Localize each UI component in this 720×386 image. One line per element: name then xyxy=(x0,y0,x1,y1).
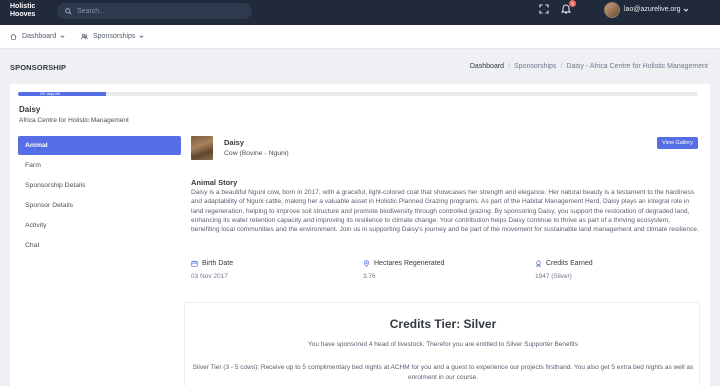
tab-animal[interactable]: Animal xyxy=(18,136,181,155)
menu-item-sponsorships[interactable]: Sponsorships xyxy=(81,33,149,40)
menu-item-dashboard[interactable]: Dashboard xyxy=(10,33,70,40)
animal-story-text: Daisy is a beautiful Nguni cow, born in … xyxy=(191,189,699,234)
breadcrumb-item-dashboard[interactable]: Dashboard xyxy=(470,63,504,70)
breadcrumb-item-sponsorships[interactable]: Sponsorships xyxy=(514,63,556,70)
stat-label: Hectares Regenerated xyxy=(374,260,445,267)
breadcrumb-separator: / xyxy=(508,63,511,70)
stat-label: Credits Earned xyxy=(546,260,593,267)
logo-text-line2: Hooves xyxy=(10,11,36,18)
stat-value: 03 Nov 2017 xyxy=(191,273,228,280)
stat-credits: Credits Earned 1947 (Silver) xyxy=(535,260,593,280)
page-title: SPONSORSHIP xyxy=(10,63,67,72)
progress-label: 207 days left xyxy=(40,92,60,96)
app-logo[interactable]: Holistic Hooves xyxy=(10,3,50,21)
menu-item-label: Dashboard xyxy=(22,33,57,40)
home-icon xyxy=(10,33,17,40)
sponsorship-progress xyxy=(18,92,698,96)
search-icon xyxy=(65,7,72,15)
stat-label: Birth Date xyxy=(202,260,234,267)
chevron-down-icon xyxy=(139,35,144,38)
chevron-down-icon[interactable] xyxy=(683,7,689,13)
stat-birth-date: Birth Date 03 Nov 2017 xyxy=(191,260,233,280)
stat-value: 3.76 xyxy=(363,273,376,280)
tab-sponsor-details[interactable]: Sponsor Details xyxy=(18,196,181,215)
organization-name: Africa Centre for Holistic Management xyxy=(19,117,129,124)
tab-chat[interactable]: Chat xyxy=(18,236,181,255)
tab-sponsorship-details[interactable]: Sponsorship Details xyxy=(18,176,181,195)
map-pin-icon xyxy=(363,260,370,267)
stat-hectares: Hectares Regenerated 3.76 xyxy=(363,260,444,280)
horizontal-menu: Dashboard Sponsorships xyxy=(0,25,720,49)
progress-fill xyxy=(18,92,107,96)
side-tabs: Animal Farm Sponsorship Details Sponsor … xyxy=(18,136,181,256)
avatar[interactable] xyxy=(604,2,620,18)
sponsorship-icon xyxy=(81,33,88,40)
sponsorship-card: 207 days left Daisy Africa Centre for Ho… xyxy=(10,84,710,386)
view-gallery-button[interactable]: View Gallery xyxy=(657,137,698,149)
tab-farm[interactable]: Farm xyxy=(18,156,181,175)
calendar-icon xyxy=(191,260,198,267)
top-navbar: Holistic Hooves 1 lao@azurelive.org xyxy=(0,0,720,25)
credits-tier-panel: Credits Tier: Silver You have sponsored … xyxy=(184,302,700,386)
credits-tier-subtitle: You have sponsored 4 head of livestock. … xyxy=(308,341,578,348)
stat-value: 1947 (Silver) xyxy=(535,273,572,280)
breadcrumb-item-current: Daisy - Africa Centre for Holistic Manag… xyxy=(566,63,708,70)
user-email[interactable]: lao@azurelive.org xyxy=(624,6,681,13)
credits-tier-description: Silver Tier (3 - 5 cows): Receive up to … xyxy=(192,364,694,381)
credits-tier-title: Credits Tier: Silver xyxy=(389,317,497,331)
animal-photo[interactable] xyxy=(191,136,213,160)
notification-badge: 1 xyxy=(569,0,576,7)
search-input[interactable] xyxy=(77,7,227,15)
animal-name: Daisy xyxy=(224,138,245,147)
breadcrumb: Dashboard / Sponsorships / Daisy - Afric… xyxy=(470,63,708,70)
breadcrumb-separator: / xyxy=(560,63,563,70)
animal-story-heading: Animal Story xyxy=(191,178,238,187)
menu-item-label: Sponsorships xyxy=(93,33,136,40)
search-box[interactable] xyxy=(57,3,252,19)
chevron-down-icon xyxy=(60,35,65,38)
sponsorship-name: Daisy xyxy=(19,105,41,114)
logo-text-line1: Holistic xyxy=(10,3,36,10)
fullscreen-icon[interactable] xyxy=(539,4,549,14)
badge-icon xyxy=(536,260,541,267)
animal-breed: Cow (Bovine - Nguni) xyxy=(224,150,289,157)
tab-activity[interactable]: Activity xyxy=(18,216,181,235)
